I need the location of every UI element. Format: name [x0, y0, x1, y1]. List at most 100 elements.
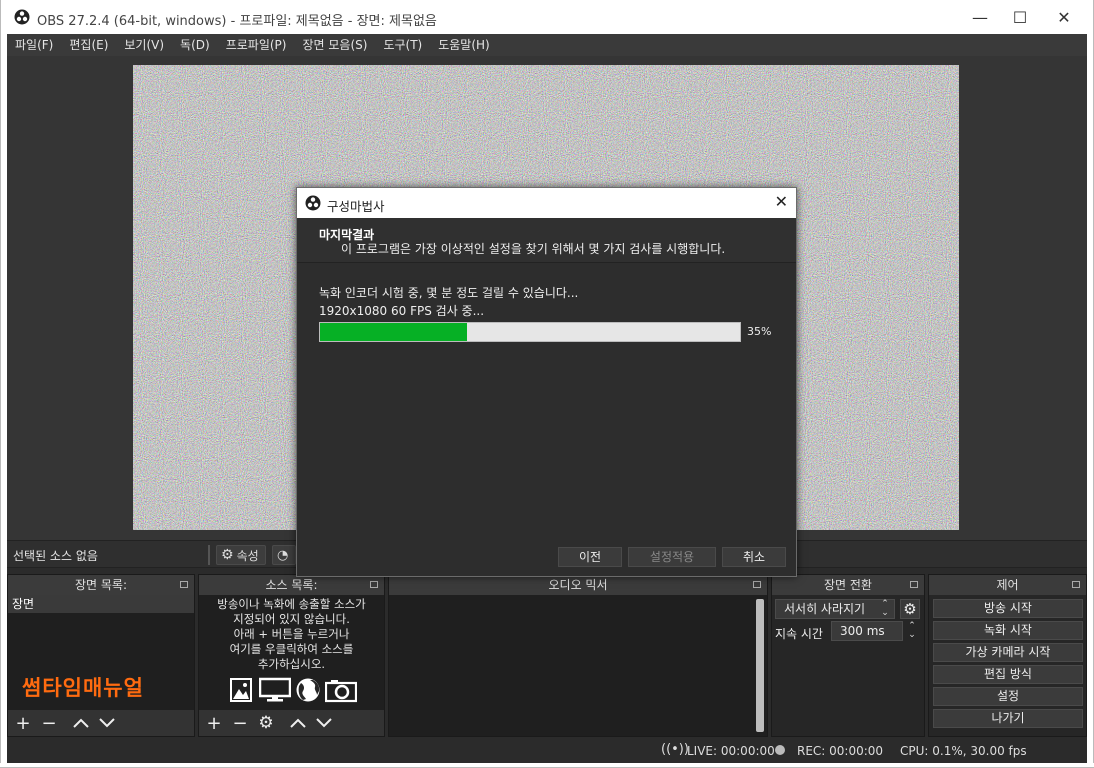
- chevron-up-icon: [290, 718, 306, 728]
- cancel-button[interactable]: 취소: [722, 547, 786, 567]
- menu-edit[interactable]: 편집(E): [61, 34, 116, 56]
- transition-select-spinner-icon: ⌃ ⌄: [881, 599, 889, 618]
- back-button[interactable]: 이전: [558, 547, 622, 567]
- empty-sources-hint: 방송이나 녹화에 송출할 소스가 지정되어 있지 않습니다. 아래 + 버튼을 …: [217, 597, 366, 671]
- sources-toolbar: + − ⚙: [199, 710, 384, 736]
- menu-view[interactable]: 보기(V): [116, 34, 172, 56]
- apply-settings-button[interactable]: 설정적용: [628, 547, 716, 567]
- auto-config-wizard-dialog: 구성마법사 ✕ 마지막결과 이 프로그램은 가장 이상적인 설정을 찾기 위해서…: [296, 187, 797, 577]
- no-source-label: 선택된 소스 없음: [13, 549, 98, 563]
- dialog-divider: [297, 262, 796, 263]
- transitions-title: 장면 전환: [824, 578, 872, 592]
- add-scene-button[interactable]: +: [12, 712, 34, 734]
- source-type-icons: [229, 677, 357, 703]
- audio-mixer-body: [389, 595, 767, 736]
- add-source-button[interactable]: +: [203, 712, 225, 734]
- transitions-dock: 장면 전환 서서히 사라지기 ⌃ ⌄ ⚙ 지속 시간 300 ms ⌃ ⌄: [771, 574, 925, 737]
- undock-icon[interactable]: [180, 581, 188, 588]
- watermark-text: 썸타임매뉴얼: [22, 676, 144, 700]
- monitor-icon: [259, 677, 291, 702]
- scene-list[interactable]: 장면 썸타임매뉴얼: [8, 595, 194, 710]
- chevron-down-icon: [316, 718, 332, 728]
- test-progress-fill: [320, 323, 467, 341]
- undock-icon[interactable]: [1072, 581, 1080, 588]
- duration-input[interactable]: 300 ms: [831, 621, 903, 641]
- source-properties-button[interactable]: ⚙: [255, 712, 277, 734]
- transition-settings-button[interactable]: ⚙: [900, 599, 920, 619]
- menu-bar: 파일(F) 편집(E) 보기(V) 독(D) 프로파일(P) 장면 모음(S) …: [7, 34, 1087, 56]
- audio-mixer-dock: 오디오 믹서: [388, 574, 768, 737]
- test-progress-bar: [319, 322, 741, 342]
- settings-button[interactable]: 설정: [933, 687, 1083, 706]
- menu-help[interactable]: 도움말(H): [430, 34, 498, 56]
- obs-logo-icon: [305, 195, 321, 211]
- status-bar: ((•)) LIVE: 00:00:00 REC: 00:00:00 CPU: …: [7, 737, 1087, 763]
- test-detail-line: 1920x1080 60 FPS 검사 중...: [319, 304, 485, 318]
- scenes-toolbar: + −: [8, 710, 194, 736]
- duration-spinner-icon[interactable]: ⌃ ⌄: [905, 621, 919, 641]
- scenes-dock: 장면 목록: 장면 썸타임매뉴얼 + −: [7, 574, 195, 737]
- exit-button[interactable]: 나가기: [933, 709, 1083, 728]
- undock-icon[interactable]: [370, 581, 378, 588]
- start-streaming-button[interactable]: 방송 시작: [933, 599, 1083, 618]
- window-title: OBS 27.2.4 (64-bit, windows) - 프로파일: 제목없…: [37, 14, 437, 29]
- studio-mode-button[interactable]: 편집 방식: [933, 665, 1083, 684]
- audio-mixer-header: 오디오 믹서: [389, 575, 767, 595]
- audio-mixer-title: 오디오 믹서: [548, 578, 608, 592]
- dialog-header: 마지막결과 이 프로그램은 가장 이상적인 설정을 찾기 위해서 몇 가지 검사…: [297, 218, 796, 262]
- obs-logo-icon: [14, 9, 30, 25]
- menu-docks[interactable]: 독(D): [172, 34, 218, 56]
- test-progress-percent: 35%: [747, 325, 772, 338]
- image-icon: [230, 678, 252, 702]
- menu-file[interactable]: 파일(F): [7, 34, 61, 56]
- menu-profile[interactable]: 프로파일(P): [218, 34, 295, 56]
- mixer-scrollbar[interactable]: [756, 599, 764, 732]
- move-up-button[interactable]: [70, 712, 92, 734]
- controls-dock: 제어 방송 시작 녹화 시작 가상 카메라 시작 편집 방식 설정 나가기: [928, 574, 1087, 737]
- maximize-button[interactable]: ☐: [997, 0, 1043, 34]
- remove-source-button[interactable]: −: [229, 712, 251, 734]
- window-frame-left: [0, 34, 7, 768]
- rec-time: REC: 00:00:00: [797, 744, 884, 758]
- scenes-dock-header: 장면 목록:: [8, 575, 194, 595]
- undock-icon[interactable]: [910, 581, 918, 588]
- start-virtual-camera-button[interactable]: 가상 카메라 시작: [933, 643, 1083, 662]
- filter-icon: ◔: [277, 547, 289, 563]
- sources-dock-header: 소스 목록:: [199, 575, 384, 595]
- duration-label: 지속 시간: [775, 627, 823, 641]
- undock-icon[interactable]: [753, 581, 761, 588]
- controls-header: 제어: [929, 575, 1086, 595]
- dialog-body: 마지막결과 이 프로그램은 가장 이상적인 설정을 찾기 위해서 몇 가지 검사…: [297, 218, 796, 576]
- dialog-title: 구성마법사: [327, 199, 385, 214]
- source-move-down-button[interactable]: [313, 712, 335, 734]
- gear-icon: ⚙: [221, 547, 234, 563]
- dialog-titlebar: 구성마법사 ✕: [297, 188, 796, 218]
- sources-dock: 소스 목록: 방송이나 녹화에 송출할 소스가 지정되어 있지 않습니다. 아래…: [198, 574, 385, 737]
- move-down-button[interactable]: [96, 712, 118, 734]
- window-frame-right: [1087, 34, 1094, 768]
- cpu-fps: CPU: 0.1%, 30.00 fps: [900, 744, 1027, 758]
- start-recording-button[interactable]: 녹화 시작: [933, 621, 1083, 640]
- transitions-header: 장면 전환: [772, 575, 924, 595]
- gear-icon: ⚙: [903, 600, 917, 618]
- menu-tools[interactable]: 도구(T): [375, 34, 430, 56]
- globe-icon: [296, 678, 320, 702]
- remove-scene-button[interactable]: −: [38, 712, 60, 734]
- source-move-up-button[interactable]: [287, 712, 309, 734]
- properties-button[interactable]: ⚙ 속성: [216, 545, 266, 565]
- sources-dock-title: 소스 목록:: [265, 578, 318, 592]
- transition-select[interactable]: 서서히 사라지기: [775, 599, 895, 619]
- close-window-button[interactable]: ✕: [1041, 0, 1087, 34]
- dialog-close-button[interactable]: ✕: [775, 192, 788, 211]
- menu-scene-collection[interactable]: 장면 모음(S): [294, 34, 375, 56]
- live-time: LIVE: 00:00:00: [687, 744, 775, 758]
- source-list[interactable]: 방송이나 녹화에 송출할 소스가 지정되어 있지 않습니다. 아래 + 버튼을 …: [199, 595, 384, 710]
- context-separator: [208, 545, 210, 565]
- broadcast-icon: ((•)): [661, 742, 689, 757]
- scene-item[interactable]: 장면: [8, 595, 194, 613]
- test-status-line: 녹화 인코더 시험 중, 몇 분 정도 걸릴 수 있습니다...: [319, 286, 579, 300]
- filters-button[interactable]: ◔: [272, 545, 296, 565]
- dialog-subheading: 이 프로그램은 가장 이상적인 설정을 찾기 위해서 몇 가지 검사를 시행합니…: [341, 242, 726, 256]
- properties-label: 속성: [236, 548, 259, 563]
- chevron-up-icon: [73, 718, 89, 728]
